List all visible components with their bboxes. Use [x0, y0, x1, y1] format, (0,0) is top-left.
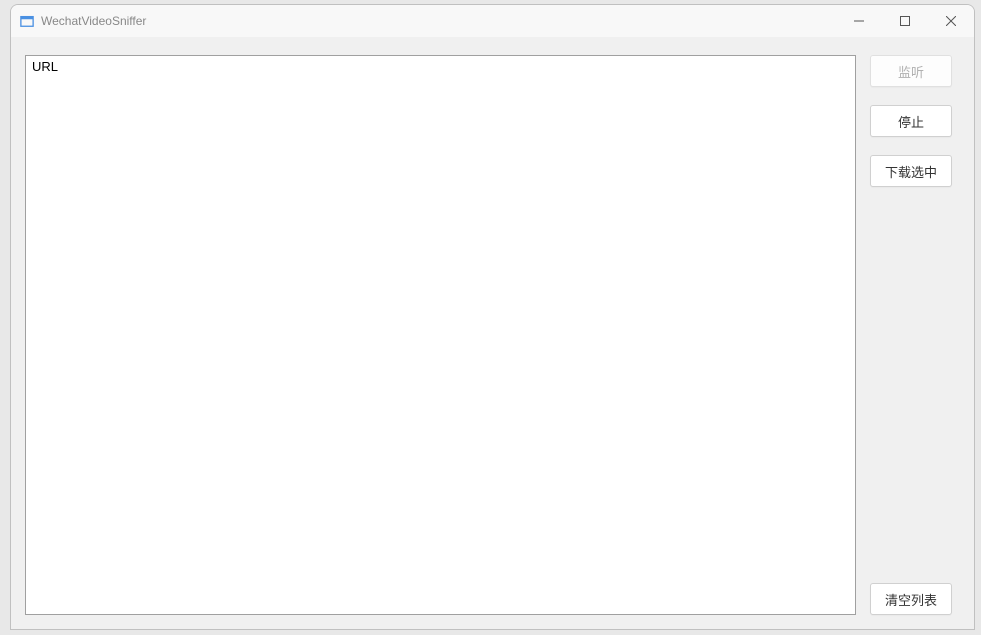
listen-button[interactable]: 监听 [870, 55, 952, 87]
close-button[interactable] [928, 5, 974, 37]
url-list[interactable]: URL [25, 55, 856, 615]
download-selected-button[interactable]: 下载选中 [870, 155, 952, 187]
window-title: WechatVideoSniffer [41, 14, 836, 28]
clear-list-button[interactable]: 清空列表 [870, 583, 952, 615]
minimize-button[interactable] [836, 5, 882, 37]
spacer [870, 205, 960, 565]
app-icon [19, 13, 35, 29]
action-sidebar: 监听 停止 下载选中 清空列表 [870, 55, 960, 615]
window-controls [836, 5, 974, 37]
stop-button[interactable]: 停止 [870, 105, 952, 137]
url-column-header[interactable]: URL [26, 56, 855, 78]
titlebar: WechatVideoSniffer [11, 5, 974, 37]
content-area: URL 监听 停止 下载选中 清空列表 [11, 37, 974, 629]
maximize-button[interactable] [882, 5, 928, 37]
app-window: WechatVideoSniffer URL 监听 停止 下载选中 清空列表 [10, 4, 975, 630]
